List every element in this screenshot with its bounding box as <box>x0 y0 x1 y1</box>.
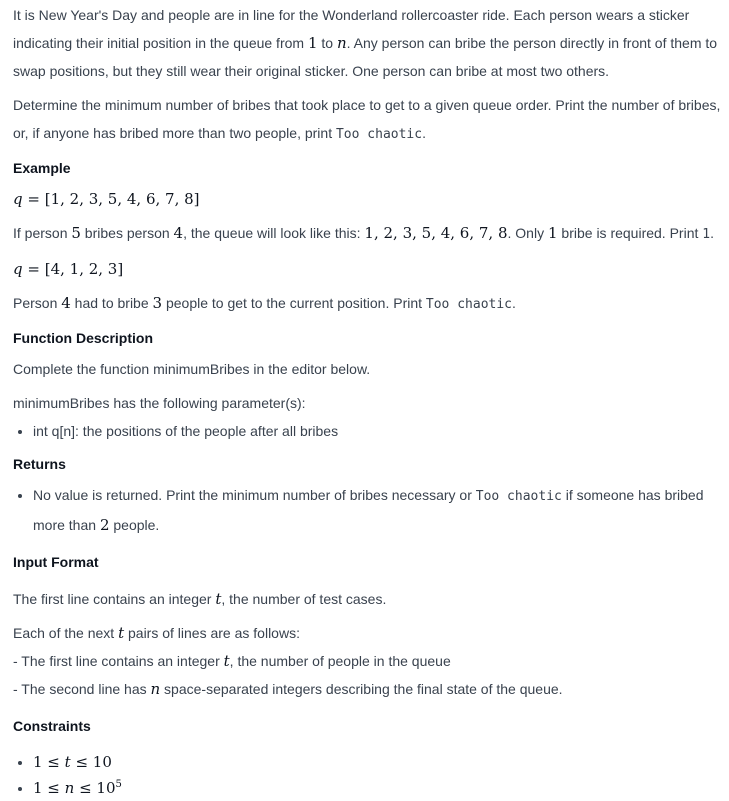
constraints-list: 1 ≤ t ≤ 10 1 ≤ n ≤ 105 <box>13 749 721 801</box>
too-chaotic-code: Too chaotic <box>425 297 512 312</box>
example-heading: Example <box>13 160 71 176</box>
example-explanation-1: If person 5 bribes person 4, the queue w… <box>13 224 714 242</box>
input-format-line-4: - The second line has n space-separated … <box>13 680 563 698</box>
math-one: 1 <box>307 34 318 52</box>
parameter-list: int q[n]: the positions of the people af… <box>13 417 721 445</box>
problem-statement: It is New Year's Day and people are in l… <box>0 1 729 801</box>
parameter-item: int q[n]: the positions of the people af… <box>33 417 721 445</box>
input-format-heading: Input Format <box>13 554 99 570</box>
intro-paragraph-1: It is New Year's Day and people are in l… <box>13 7 718 79</box>
too-chaotic-code: Too chaotic <box>475 489 562 504</box>
input-format-line-2: Each of the next t pairs of lines are as… <box>13 624 300 642</box>
returns-heading: Returns <box>13 456 66 472</box>
function-description-line: Complete the function minimumBribes in t… <box>13 361 371 377</box>
example-q2: q = [4, 1, 2, 3] <box>13 260 124 278</box>
input-format-line-1: The first line contains an integer t, th… <box>13 590 387 608</box>
constraint-item-t: 1 ≤ t ≤ 10 <box>33 749 721 775</box>
too-chaotic-code: Too chaotic <box>335 127 423 142</box>
intro-paragraph-2: Determine the minimum number of bribes t… <box>13 97 721 142</box>
example-explanation-2: Person 4 had to bribe 3 people to get to… <box>13 294 516 312</box>
math-n: n <box>336 34 347 52</box>
input-format-line-3: - The first line contains an integer t, … <box>13 652 451 670</box>
returns-list: No value is returned. Print the minimum … <box>13 481 721 539</box>
constraints-heading: Constraints <box>13 718 91 734</box>
constraint-item-n: 1 ≤ n ≤ 105 <box>33 775 721 801</box>
function-description-heading: Function Description <box>13 330 153 346</box>
parameters-intro: minimumBribes has the following paramete… <box>13 395 306 411</box>
returns-item: No value is returned. Print the minimum … <box>33 481 721 539</box>
example-q1: q = [1, 2, 3, 5, 4, 6, 7, 8] <box>13 190 200 208</box>
